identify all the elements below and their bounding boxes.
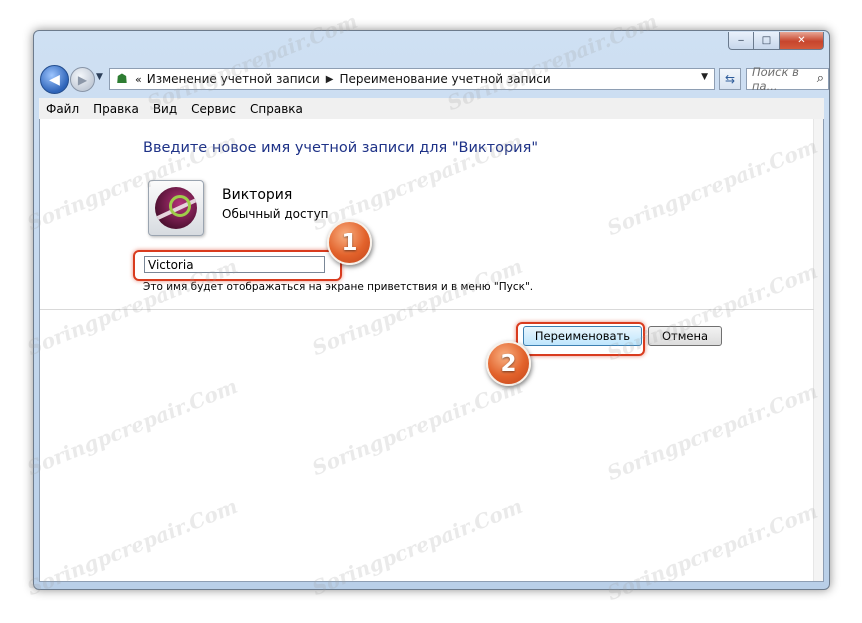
caption-buttons: ‒ □ ✕ <box>728 32 824 50</box>
back-button[interactable]: ◀ <box>40 65 69 94</box>
search-input[interactable]: Поиск в па... ⌕ <box>746 65 829 93</box>
step-badge-2: 2 <box>486 341 531 386</box>
cancel-button[interactable]: Отмена <box>648 326 722 346</box>
address-bar[interactable]: ☗ « Изменение учетной записи ▶ Переимено… <box>109 68 715 90</box>
search-icon[interactable]: ⌕ <box>817 71 824 86</box>
vertical-scrollbar[interactable] <box>813 119 823 581</box>
breadcrumb-separator-icon[interactable]: ▶ <box>326 74 334 85</box>
step-badge-1: 1 <box>327 220 372 265</box>
explorer-window: ‒ □ ✕ ◀ ▶ ▼ ☗ « Изменение учетной записи… <box>33 30 830 590</box>
user-role: Обычный доступ <box>222 207 329 221</box>
rename-highlight <box>516 322 645 356</box>
input-highlight <box>133 250 342 281</box>
breadcrumb-item-change-account[interactable]: Изменение учетной записи <box>147 72 320 86</box>
refresh-button[interactable]: ⇆ <box>719 68 741 90</box>
menu-help[interactable]: Справка <box>243 102 310 116</box>
menu-view[interactable]: Вид <box>146 102 184 116</box>
page-title: Введите новое имя учетной записи для "Ви… <box>143 140 538 156</box>
address-dropdown-icon[interactable]: ▼ <box>701 72 708 82</box>
arrow-right-icon: ▶ <box>77 72 88 87</box>
content-pane: Введите новое имя учетной записи для "Ви… <box>39 119 824 582</box>
user-avatar <box>148 180 204 236</box>
close-button[interactable]: ✕ <box>780 32 824 50</box>
arrow-left-icon: ◀ <box>49 71 60 88</box>
user-name: Виктория <box>222 187 293 203</box>
menu-tools[interactable]: Сервис <box>184 102 243 116</box>
minimize-button[interactable]: ‒ <box>728 32 754 50</box>
menu-edit[interactable]: Правка <box>86 102 146 116</box>
chevron-down-icon: ▼ <box>96 72 103 82</box>
divider <box>40 309 814 310</box>
recent-pages-dropdown[interactable]: ▼ <box>96 72 103 82</box>
maximize-button[interactable]: □ <box>754 32 780 50</box>
forward-button[interactable]: ▶ <box>70 67 95 92</box>
menu-bar: Файл Правка Вид Сервис Справка <box>39 98 824 120</box>
user-accounts-icon: ☗ <box>116 71 128 87</box>
breadcrumb-item-rename-account[interactable]: Переименование учетной записи <box>339 72 550 86</box>
refresh-icon: ⇆ <box>724 72 736 86</box>
navigation-bar: ◀ ▶ ▼ ☗ « Изменение учетной записи ▶ Пер… <box>40 65 829 94</box>
menu-file[interactable]: Файл <box>39 102 86 116</box>
name-hint: Это имя будет отображаться на экране при… <box>143 281 534 293</box>
avatar-ball-icon <box>155 187 197 229</box>
breadcrumb-overflow[interactable]: « <box>135 73 142 86</box>
